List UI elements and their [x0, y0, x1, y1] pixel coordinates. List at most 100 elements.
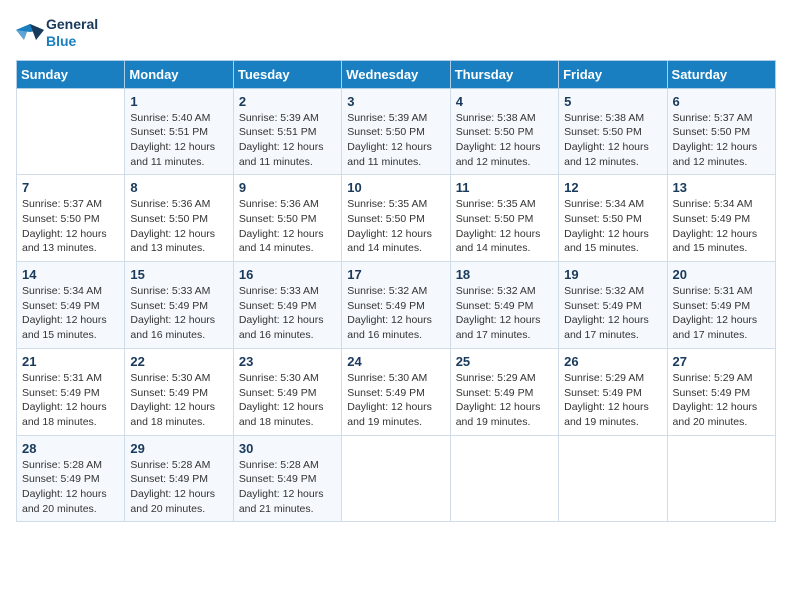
- day-number: 7: [22, 180, 119, 195]
- calendar-cell: [342, 435, 450, 522]
- day-info: Sunrise: 5:29 AM Sunset: 5:49 PM Dayligh…: [673, 371, 770, 430]
- day-info: Sunrise: 5:32 AM Sunset: 5:49 PM Dayligh…: [564, 284, 661, 343]
- calendar-cell: 24Sunrise: 5:30 AM Sunset: 5:49 PM Dayli…: [342, 348, 450, 435]
- day-info: Sunrise: 5:30 AM Sunset: 5:49 PM Dayligh…: [239, 371, 336, 430]
- calendar-week-row: 7 Sunrise: 5:37 AM Sunset: 5:50 PM Daylig…: [17, 175, 776, 262]
- day-number: 15: [130, 267, 227, 282]
- header: General Blue: [16, 16, 776, 50]
- day-info: Sunrise: 5:39 AM Sunset: 5:50 PM Dayligh…: [347, 111, 444, 170]
- day-number: 13: [673, 180, 770, 195]
- calendar-week-row: 21Sunrise: 5:31 AM Sunset: 5:49 PM Dayli…: [17, 348, 776, 435]
- day-info: Sunrise: 5:32 AM Sunset: 5:49 PM Dayligh…: [347, 284, 444, 343]
- calendar-cell: 29 Sunrise: 5:28 AM Sunset: 5:49 PM Dayli…: [125, 435, 233, 522]
- calendar-cell: 4Sunrise: 5:38 AM Sunset: 5:50 PM Daylig…: [450, 88, 558, 175]
- weekday-header: Sunday: [17, 60, 125, 88]
- day-info: Sunrise: 5:28 AM Sunset: 5:49 PM Dayligh…: [22, 458, 119, 517]
- logo-text-line1: General: [46, 16, 98, 33]
- day-number: 6: [673, 94, 770, 109]
- calendar-cell: 1 Sunrise: 5:40 AM Sunset: 5:51 PM Daylig…: [125, 88, 233, 175]
- day-number: 29: [130, 441, 227, 456]
- day-number: 10: [347, 180, 444, 195]
- calendar-cell: [450, 435, 558, 522]
- day-info: Sunrise: 5:28 AM Sunset: 5:49 PM Dayligh…: [130, 458, 227, 517]
- calendar-cell: 2 Sunrise: 5:39 AM Sunset: 5:51 PM Daylig…: [233, 88, 341, 175]
- weekday-header: Saturday: [667, 60, 775, 88]
- day-info: Sunrise: 5:40 AM Sunset: 5:51 PM Dayligh…: [130, 111, 227, 170]
- calendar-cell: [667, 435, 775, 522]
- calendar-cell: 5 Sunrise: 5:38 AM Sunset: 5:50 PM Daylig…: [559, 88, 667, 175]
- calendar-cell: 21Sunrise: 5:31 AM Sunset: 5:49 PM Dayli…: [17, 348, 125, 435]
- weekday-header: Wednesday: [342, 60, 450, 88]
- calendar-cell: [559, 435, 667, 522]
- day-info: Sunrise: 5:35 AM Sunset: 5:50 PM Dayligh…: [347, 197, 444, 256]
- day-number: 28: [22, 441, 119, 456]
- calendar-cell: 28 Sunrise: 5:28 AM Sunset: 5:49 PM Dayli…: [17, 435, 125, 522]
- weekday-header: Monday: [125, 60, 233, 88]
- day-info: Sunrise: 5:34 AM Sunset: 5:50 PM Dayligh…: [564, 197, 661, 256]
- day-number: 18: [456, 267, 553, 282]
- day-info: Sunrise: 5:39 AM Sunset: 5:51 PM Dayligh…: [239, 111, 336, 170]
- day-number: 30: [239, 441, 336, 456]
- day-number: 16: [239, 267, 336, 282]
- day-number: 19: [564, 267, 661, 282]
- day-info: Sunrise: 5:33 AM Sunset: 5:49 PM Dayligh…: [239, 284, 336, 343]
- day-info: Sunrise: 5:34 AM Sunset: 5:49 PM Dayligh…: [22, 284, 119, 343]
- day-info: Sunrise: 5:32 AM Sunset: 5:49 PM Dayligh…: [456, 284, 553, 343]
- day-number: 22: [130, 354, 227, 369]
- day-number: 5: [564, 94, 661, 109]
- calendar-cell: 11 Sunrise: 5:35 AM Sunset: 5:50 PM Dayli…: [450, 175, 558, 262]
- day-number: 4: [456, 94, 553, 109]
- calendar-cell: [17, 88, 125, 175]
- calendar-cell: 20 Sunrise: 5:31 AM Sunset: 5:49 PM Dayli…: [667, 262, 775, 349]
- day-info: Sunrise: 5:30 AM Sunset: 5:49 PM Dayligh…: [130, 371, 227, 430]
- day-number: 26: [564, 354, 661, 369]
- weekday-header: Thursday: [450, 60, 558, 88]
- day-number: 1: [130, 94, 227, 109]
- calendar-cell: 9Sunrise: 5:36 AM Sunset: 5:50 PM Daylig…: [233, 175, 341, 262]
- logo-icon: [16, 22, 44, 44]
- day-info: Sunrise: 5:37 AM Sunset: 5:50 PM Dayligh…: [22, 197, 119, 256]
- calendar-cell: 6 Sunrise: 5:37 AM Sunset: 5:50 PM Daylig…: [667, 88, 775, 175]
- calendar-cell: 17 Sunrise: 5:32 AM Sunset: 5:49 PM Dayli…: [342, 262, 450, 349]
- calendar-header: SundayMondayTuesdayWednesdayThursdayFrid…: [17, 60, 776, 88]
- day-number: 25: [456, 354, 553, 369]
- calendar-cell: 13 Sunrise: 5:34 AM Sunset: 5:49 PM Dayli…: [667, 175, 775, 262]
- day-number: 11: [456, 180, 553, 195]
- calendar-cell: 3Sunrise: 5:39 AM Sunset: 5:50 PM Daylig…: [342, 88, 450, 175]
- calendar-cell: 22 Sunrise: 5:30 AM Sunset: 5:49 PM Dayli…: [125, 348, 233, 435]
- day-info: Sunrise: 5:30 AM Sunset: 5:49 PM Dayligh…: [347, 371, 444, 430]
- day-info: Sunrise: 5:33 AM Sunset: 5:49 PM Dayligh…: [130, 284, 227, 343]
- day-number: 27: [673, 354, 770, 369]
- calendar-cell: 16 Sunrise: 5:33 AM Sunset: 5:49 PM Dayli…: [233, 262, 341, 349]
- day-info: Sunrise: 5:38 AM Sunset: 5:50 PM Dayligh…: [564, 111, 661, 170]
- day-info: Sunrise: 5:29 AM Sunset: 5:49 PM Dayligh…: [564, 371, 661, 430]
- day-info: Sunrise: 5:37 AM Sunset: 5:50 PM Dayligh…: [673, 111, 770, 170]
- calendar-cell: 7 Sunrise: 5:37 AM Sunset: 5:50 PM Daylig…: [17, 175, 125, 262]
- calendar-week-row: 1 Sunrise: 5:40 AM Sunset: 5:51 PM Daylig…: [17, 88, 776, 175]
- calendar-cell: 15 Sunrise: 5:33 AM Sunset: 5:49 PM Dayli…: [125, 262, 233, 349]
- day-info: Sunrise: 5:31 AM Sunset: 5:49 PM Dayligh…: [673, 284, 770, 343]
- calendar-table: SundayMondayTuesdayWednesdayThursdayFrid…: [16, 60, 776, 523]
- calendar-cell: 27 Sunrise: 5:29 AM Sunset: 5:49 PM Dayli…: [667, 348, 775, 435]
- calendar-cell: 12 Sunrise: 5:34 AM Sunset: 5:50 PM Dayli…: [559, 175, 667, 262]
- day-number: 21: [22, 354, 119, 369]
- day-number: 2: [239, 94, 336, 109]
- logo: General Blue: [16, 16, 98, 50]
- calendar-week-row: 28 Sunrise: 5:28 AM Sunset: 5:49 PM Dayli…: [17, 435, 776, 522]
- day-info: Sunrise: 5:29 AM Sunset: 5:49 PM Dayligh…: [456, 371, 553, 430]
- calendar-cell: 26 Sunrise: 5:29 AM Sunset: 5:49 PM Dayli…: [559, 348, 667, 435]
- day-number: 8: [130, 180, 227, 195]
- weekday-header: Tuesday: [233, 60, 341, 88]
- calendar-cell: 18 Sunrise: 5:32 AM Sunset: 5:49 PM Dayli…: [450, 262, 558, 349]
- day-number: 12: [564, 180, 661, 195]
- day-info: Sunrise: 5:34 AM Sunset: 5:49 PM Dayligh…: [673, 197, 770, 256]
- day-number: 20: [673, 267, 770, 282]
- day-number: 9: [239, 180, 336, 195]
- calendar-cell: 10 Sunrise: 5:35 AM Sunset: 5:50 PM Dayli…: [342, 175, 450, 262]
- weekday-header: Friday: [559, 60, 667, 88]
- calendar-cell: 25 Sunrise: 5:29 AM Sunset: 5:49 PM Dayli…: [450, 348, 558, 435]
- day-info: Sunrise: 5:35 AM Sunset: 5:50 PM Dayligh…: [456, 197, 553, 256]
- day-number: 17: [347, 267, 444, 282]
- calendar-cell: 8Sunrise: 5:36 AM Sunset: 5:50 PM Daylig…: [125, 175, 233, 262]
- logo-text-line2: Blue: [46, 33, 98, 50]
